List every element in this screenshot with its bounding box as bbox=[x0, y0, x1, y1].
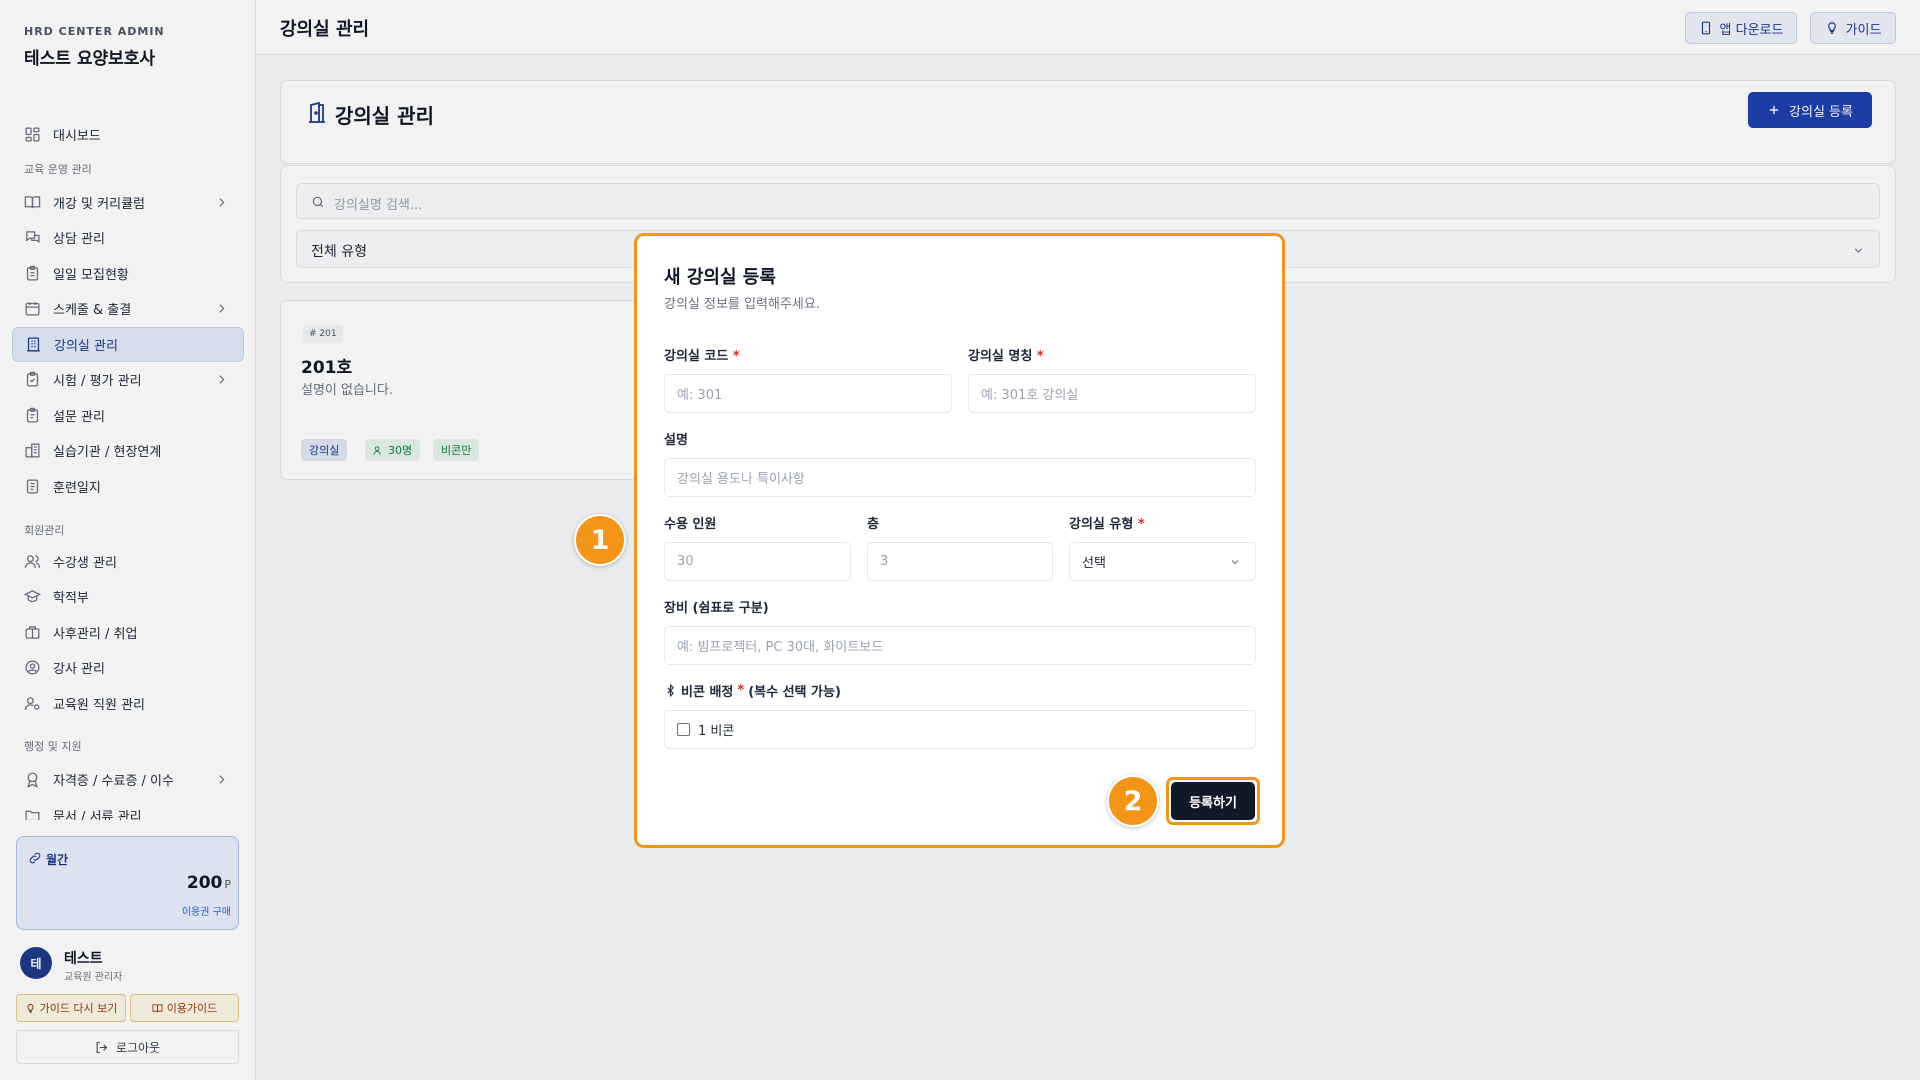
floor-label: 층 bbox=[867, 517, 879, 532]
description-placeholder: 강의실 용도나 특이사항 bbox=[677, 472, 805, 487]
beacon-label: 비콘 배정 * (복수 선택 가능) bbox=[664, 681, 841, 700]
beacon-label-text: 비콘 배정 bbox=[681, 685, 734, 700]
type-label: 강의실 유형 * bbox=[1069, 513, 1145, 532]
beacon-note: (복수 선택 가능) bbox=[748, 685, 841, 700]
equipment-field[interactable]: 예: 빔프로젝터, PC 30대, 화이트보드 bbox=[664, 626, 1256, 665]
equipment-label: 장비 (쉼표로 구분) bbox=[664, 601, 769, 616]
step-marker-1: 1 bbox=[574, 514, 626, 566]
beacon-option-list: 1 비콘 bbox=[664, 710, 1256, 749]
required-mark: * bbox=[1137, 517, 1145, 532]
bluetooth-icon bbox=[667, 684, 674, 697]
code-label-text: 강의실 코드 bbox=[664, 349, 729, 364]
type-select-value: 선택 bbox=[1082, 556, 1106, 571]
classroom-code-field[interactable]: 예: 301 bbox=[664, 374, 952, 413]
type-label-text: 강의실 유형 bbox=[1069, 517, 1134, 532]
capacity-label: 수용 인원 bbox=[664, 517, 717, 532]
beacon-option-label[interactable]: 1 비콘 bbox=[698, 720, 734, 739]
floor-placeholder: 3 bbox=[880, 554, 889, 569]
equipment-placeholder: 예: 빔프로젝터, PC 30대, 화이트보드 bbox=[677, 640, 884, 655]
required-mark: * bbox=[737, 683, 745, 698]
step-marker-2: 2 bbox=[1107, 775, 1159, 827]
classroom-name-field[interactable]: 예: 301호 강의실 bbox=[968, 374, 1256, 413]
code-label: 강의실 코드 * bbox=[664, 345, 740, 364]
submit-button[interactable]: 등록하기 bbox=[1171, 782, 1255, 820]
required-mark: * bbox=[1036, 349, 1044, 364]
name-label: 강의실 명칭 * bbox=[968, 345, 1044, 364]
code-placeholder: 예: 301 bbox=[677, 388, 723, 403]
modal-subtitle: 강의실 정보를 입력해주세요. bbox=[664, 297, 820, 312]
beacon-checkbox[interactable] bbox=[677, 723, 690, 736]
classroom-type-select[interactable]: 선택 bbox=[1069, 542, 1256, 581]
description-field[interactable]: 강의실 용도나 특이사항 bbox=[664, 458, 1256, 497]
description-label: 설명 bbox=[664, 433, 688, 448]
required-mark: * bbox=[732, 349, 740, 364]
capacity-field[interactable]: 30 bbox=[664, 542, 851, 581]
chevron-down-icon bbox=[1231, 560, 1239, 565]
floor-field[interactable]: 3 bbox=[867, 542, 1053, 581]
modal-title: 새 강의실 등록 bbox=[664, 267, 776, 288]
name-placeholder: 예: 301호 강의실 bbox=[981, 388, 1079, 403]
name-label-text: 강의실 명칭 bbox=[968, 349, 1033, 364]
new-classroom-modal: 새 강의실 등록 강의실 정보를 입력해주세요. 강의실 코드 * 예: 301… bbox=[640, 239, 1279, 842]
capacity-placeholder: 30 bbox=[677, 554, 694, 569]
